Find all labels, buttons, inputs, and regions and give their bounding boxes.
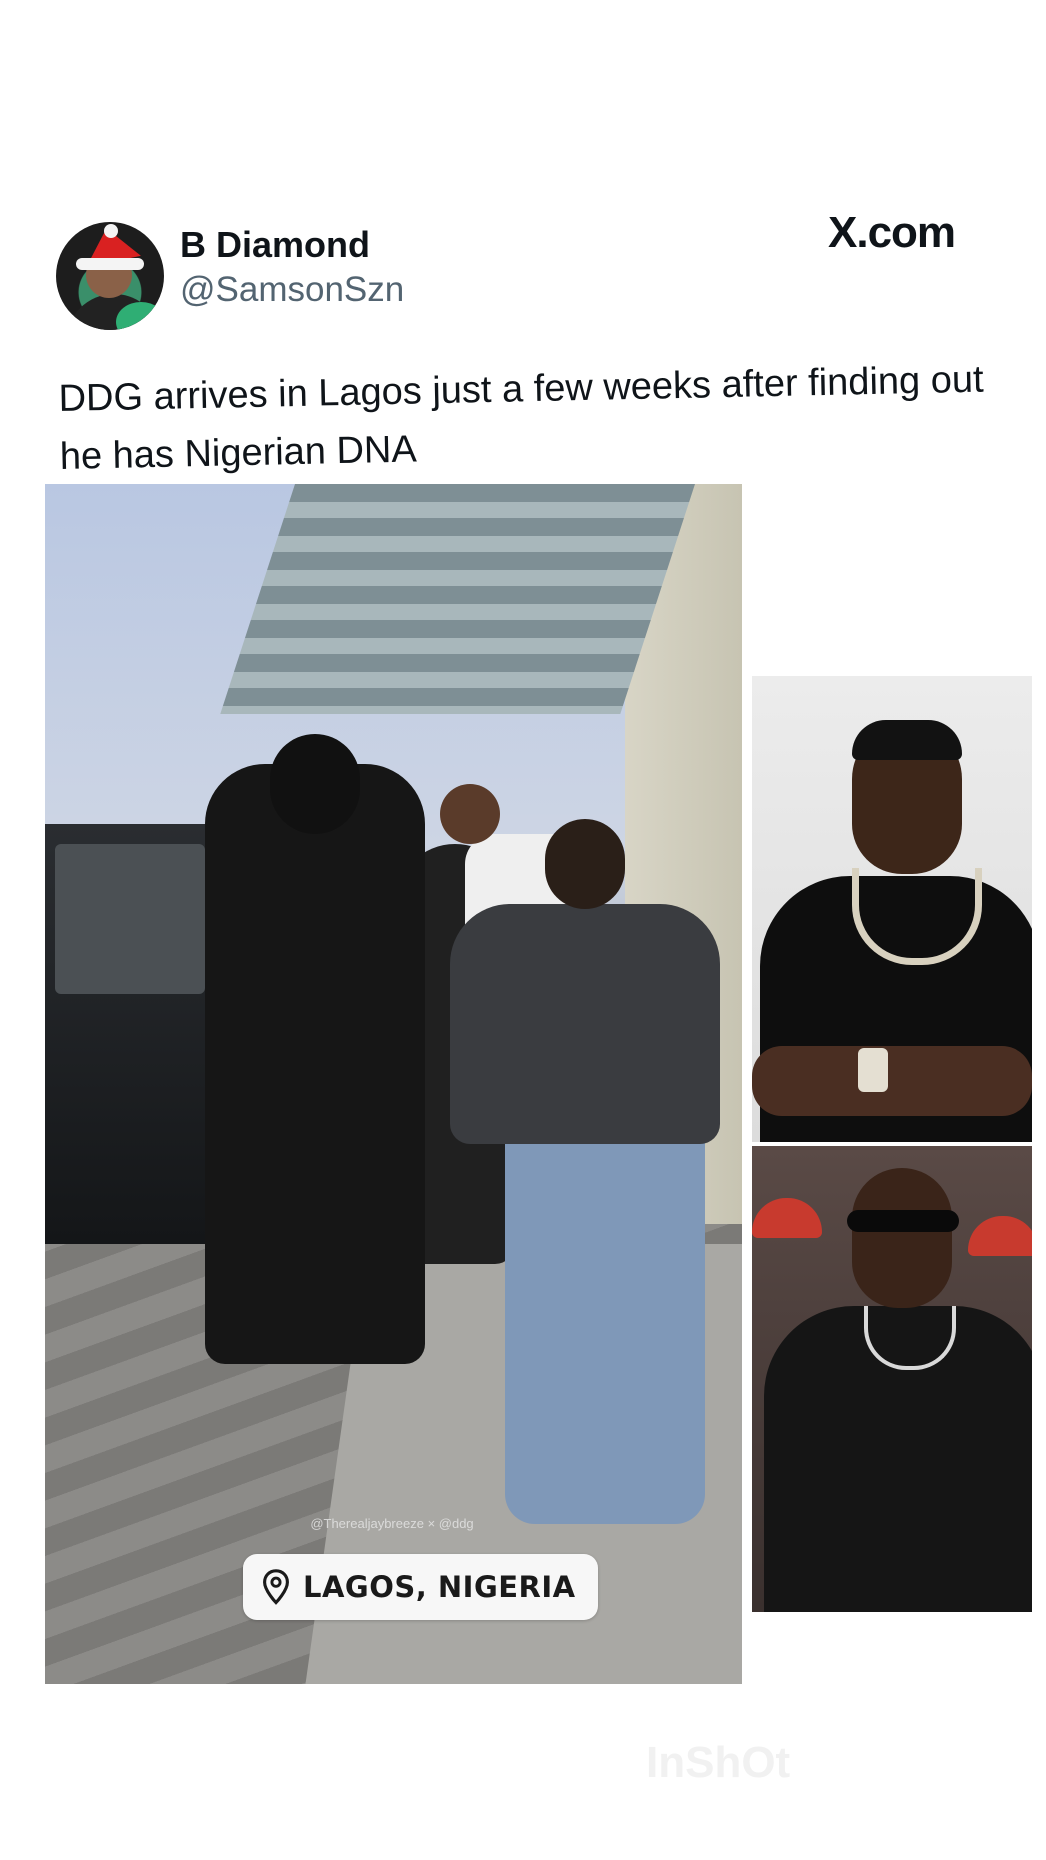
user-handle[interactable]: @SamsonSzn — [180, 270, 404, 310]
location-label: LAGOS, NIGERIA — [303, 1570, 576, 1604]
person-jeans — [505, 1124, 705, 1524]
ddg-event-photo[interactable] — [752, 1146, 1032, 1612]
ddg-portrait-photo[interactable] — [752, 676, 1032, 1142]
person-hood — [270, 734, 360, 834]
crossed-arms — [752, 1046, 1032, 1116]
portrait-face — [852, 1168, 952, 1308]
person-head — [440, 784, 500, 844]
crowd-red-cap — [752, 1198, 822, 1238]
building-canopy — [220, 484, 695, 714]
portrait-hair — [852, 720, 962, 760]
display-name[interactable]: B Diamond — [180, 224, 370, 266]
location-pin-icon — [263, 1569, 289, 1605]
person-head — [545, 819, 625, 909]
tweet-header: B Diamond @SamsonSzn X.com — [0, 0, 1046, 340]
crowd-red-cap — [968, 1216, 1032, 1256]
wristwatch — [858, 1048, 888, 1092]
avatar[interactable] — [56, 222, 164, 330]
car-window — [55, 844, 205, 994]
location-sticker[interactable]: LAGOS, NIGERIA — [243, 1554, 598, 1620]
person-grey-tshirt — [450, 904, 720, 1144]
tweet-text: DDG arrives in Lagos just a few weeks af… — [58, 358, 984, 478]
mention-tags: @Therealjaybreeze × @ddg — [310, 1516, 474, 1531]
main-video-still[interactable]: @Therealjaybreeze × @ddg LAGOS, NIGERIA — [45, 484, 742, 1684]
santa-hat-brim — [76, 258, 144, 270]
person-hooded-1 — [205, 764, 425, 1364]
inshot-watermark: InShOt — [646, 1738, 791, 1787]
source-label: X.com — [828, 208, 956, 257]
santa-hat-pom — [104, 224, 118, 238]
sunglasses — [847, 1210, 959, 1232]
